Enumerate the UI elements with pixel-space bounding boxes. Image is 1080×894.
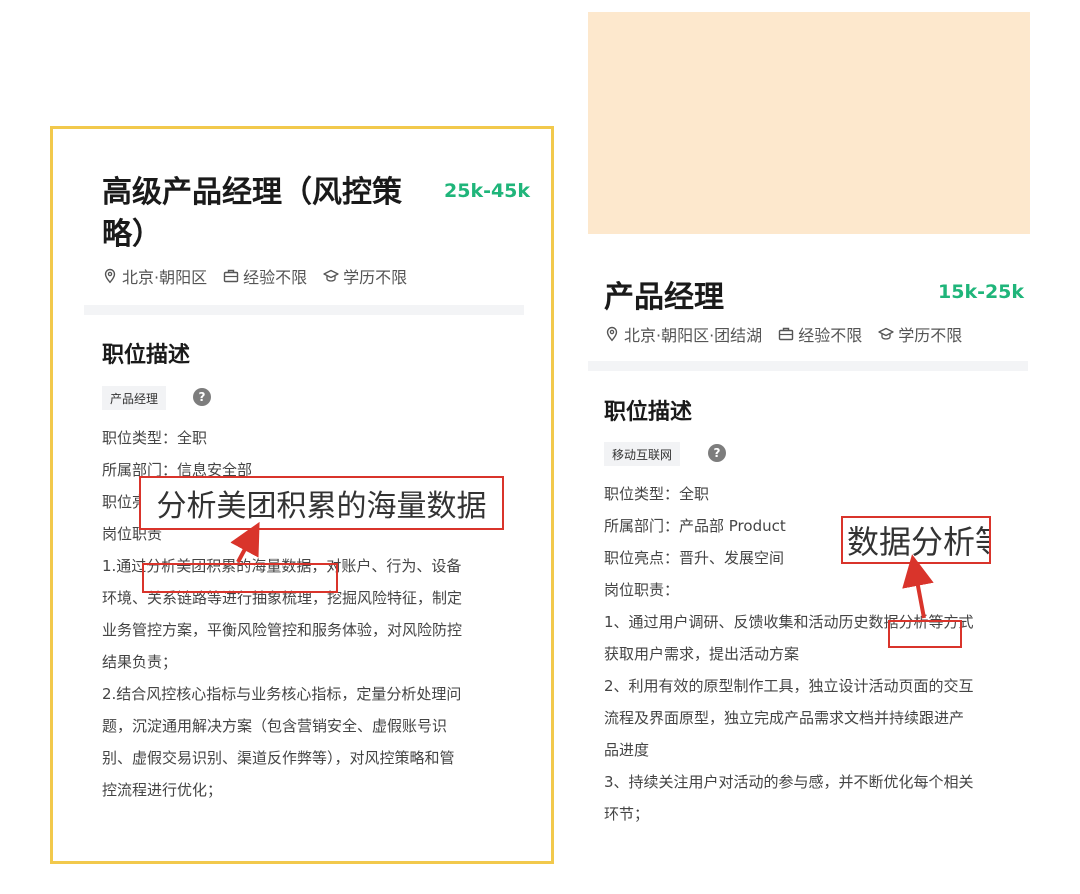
- left-experience: 经验不限: [223, 264, 307, 288]
- left-desc-line: 业务管控方案，平衡风险管控和服务体验，对风险防控: [102, 621, 463, 639]
- left-education-text: 学历不限: [343, 268, 408, 287]
- right-zoom-callout: 数据分析等: [841, 516, 991, 564]
- left-salary: 25k-45k: [444, 180, 531, 202]
- right-desc-line: 环节；: [604, 805, 650, 823]
- left-location: 北京·朝阳区: [102, 264, 207, 288]
- left-desc-line: 职位类型：全职: [102, 429, 208, 447]
- location-pin-icon: [104, 268, 116, 284]
- right-desc-line: 职位类型：全职: [604, 485, 710, 503]
- left-desc-line: 题，沉淀通用解决方案（包含营销安全、虚假账号识: [102, 717, 448, 735]
- left-desc-line: 结果负责；: [102, 653, 178, 671]
- right-location-text: 北京·朝阳区·团结湖: [624, 326, 763, 345]
- right-experience: 经验不限: [778, 322, 862, 346]
- location-pin-icon: [606, 326, 618, 342]
- left-location-text: 北京·朝阳区: [122, 268, 208, 287]
- briefcase-icon: [778, 327, 794, 341]
- left-meta-row: 北京·朝阳区 经验不限 学历不限: [102, 264, 407, 288]
- right-meta-row: 北京·朝阳区·团结湖 经验不限 学历不限: [604, 322, 962, 346]
- left-education: 学历不限: [323, 264, 407, 288]
- right-desc-line: 品进度: [604, 741, 650, 759]
- right-desc-line: 岗位职责：: [604, 581, 680, 599]
- right-divider: [588, 361, 1028, 371]
- right-desc-line: 2、利用有效的原型制作工具，独立设计活动页面的交互: [604, 677, 974, 695]
- right-experience-text: 经验不限: [798, 326, 863, 345]
- right-job-title: 产品经理: [604, 280, 724, 315]
- help-icon[interactable]: ?: [708, 444, 726, 462]
- briefcase-icon: [223, 269, 239, 283]
- left-desc-line: 控流程进行优化；: [102, 781, 223, 799]
- right-education: 学历不限: [878, 322, 962, 346]
- left-desc-line: 别、虚假交易识别、渠道反作弊等），对风控策略和管: [102, 749, 455, 767]
- right-highlight-box: [888, 620, 962, 648]
- left-experience-text: 经验不限: [243, 268, 308, 287]
- left-desc-line: 2.结合风控核心指标与业务核心指标，定量分析处理问: [102, 685, 462, 703]
- right-location: 北京·朝阳区·团结湖: [604, 322, 762, 346]
- right-education-text: 学历不限: [898, 326, 963, 345]
- left-job-title: 高级产品经理（风控策略）: [102, 175, 402, 252]
- left-section-title: 职位描述: [102, 343, 191, 368]
- right-desc-line: 流程及界面原型，独立完成产品需求文档并持续跟进产: [604, 709, 965, 727]
- graduation-cap-icon: [323, 269, 339, 282]
- right-header-banner: [588, 12, 1030, 234]
- left-zoom-callout: 分析美团积累的海量数据: [139, 476, 504, 530]
- left-highlight-box: [142, 563, 338, 593]
- left-divider: [84, 305, 524, 315]
- help-icon[interactable]: ?: [193, 388, 211, 406]
- right-category-tag[interactable]: 移动互联网: [604, 442, 681, 466]
- right-salary: 15k-25k: [938, 281, 1025, 303]
- graduation-cap-icon: [878, 327, 894, 340]
- right-section-title: 职位描述: [604, 400, 693, 425]
- left-category-tag[interactable]: 产品经理: [102, 386, 167, 410]
- right-desc-line: 3、持续关注用户对活动的参与感，并不断优化每个相关: [604, 773, 974, 791]
